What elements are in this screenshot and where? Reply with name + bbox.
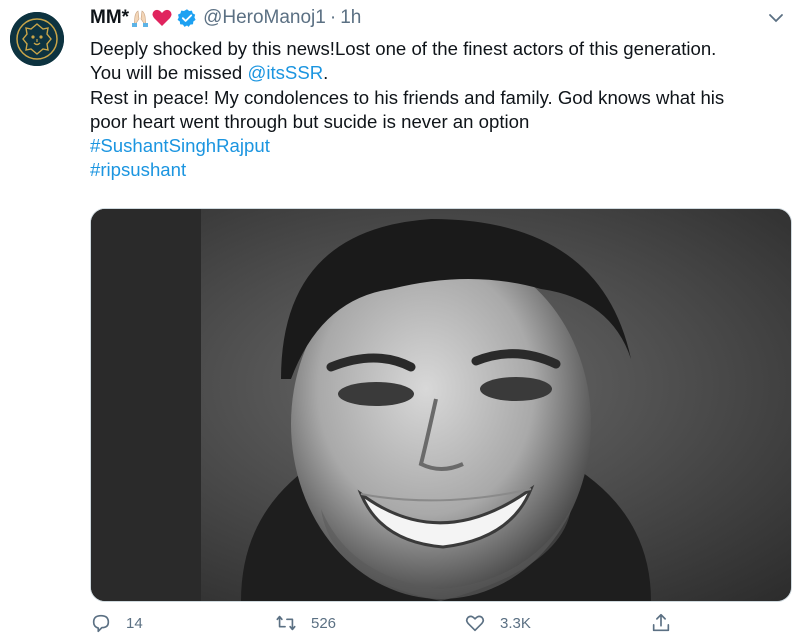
lion-crest-icon	[10, 12, 64, 66]
portrait-photo	[91, 209, 791, 601]
reply-icon	[92, 614, 110, 633]
tweet-text-line: Deeply shocked by this news!Lost one of …	[90, 38, 717, 59]
tweet-actions: 14 526 3.3K	[90, 612, 790, 642]
mention-link[interactable]: @itsSSR	[247, 62, 323, 83]
text-fragment: You will be missed	[90, 62, 248, 84]
tweet[interactable]: MM* @HeroManoj1 · 1h Deeply shocked by t…	[0, 0, 800, 644]
hashtag-link[interactable]: #ripsushant	[90, 158, 795, 182]
text-fragment: .	[323, 62, 329, 84]
like-button[interactable]: 3.3K	[464, 612, 531, 634]
verified-badge-icon	[177, 8, 197, 28]
display-name[interactable]: MM*	[90, 7, 129, 29]
retweet-icon	[276, 615, 296, 631]
reply-button[interactable]: 14	[90, 612, 143, 634]
tweet-header: MM* @HeroManoj1 · 1h	[90, 4, 361, 32]
red-heart-icon	[151, 8, 173, 28]
folded-hands-icon	[131, 8, 149, 28]
retweet-count: 526	[311, 614, 337, 632]
timestamp[interactable]: 1h	[340, 7, 361, 29]
tweet-text-line: poor heart went through but sucide is ne…	[90, 110, 530, 132]
like-count: 3.3K	[500, 614, 531, 632]
share-icon	[652, 613, 670, 632]
chevron-down-icon	[769, 14, 783, 23]
user-handle[interactable]: @HeroManoj1	[203, 7, 326, 29]
share-button[interactable]	[650, 612, 672, 634]
tweet-text-line: You will be missed @itsSSR.	[90, 61, 795, 85]
more-options-button[interactable]	[764, 8, 788, 28]
avatar[interactable]	[10, 12, 64, 66]
tweet-text-line: Rest in peace! My condolences to his fri…	[90, 86, 725, 108]
tweet-text: Deeply shocked by this news!Lost one of …	[90, 37, 795, 183]
heart-icon	[465, 615, 485, 632]
separator: ·	[329, 7, 337, 28]
hashtag-link[interactable]: #SushantSinghRajput	[90, 134, 795, 158]
reply-count: 14	[126, 614, 143, 632]
tweet-photo[interactable]	[90, 208, 792, 602]
retweet-button[interactable]: 526	[275, 612, 336, 634]
